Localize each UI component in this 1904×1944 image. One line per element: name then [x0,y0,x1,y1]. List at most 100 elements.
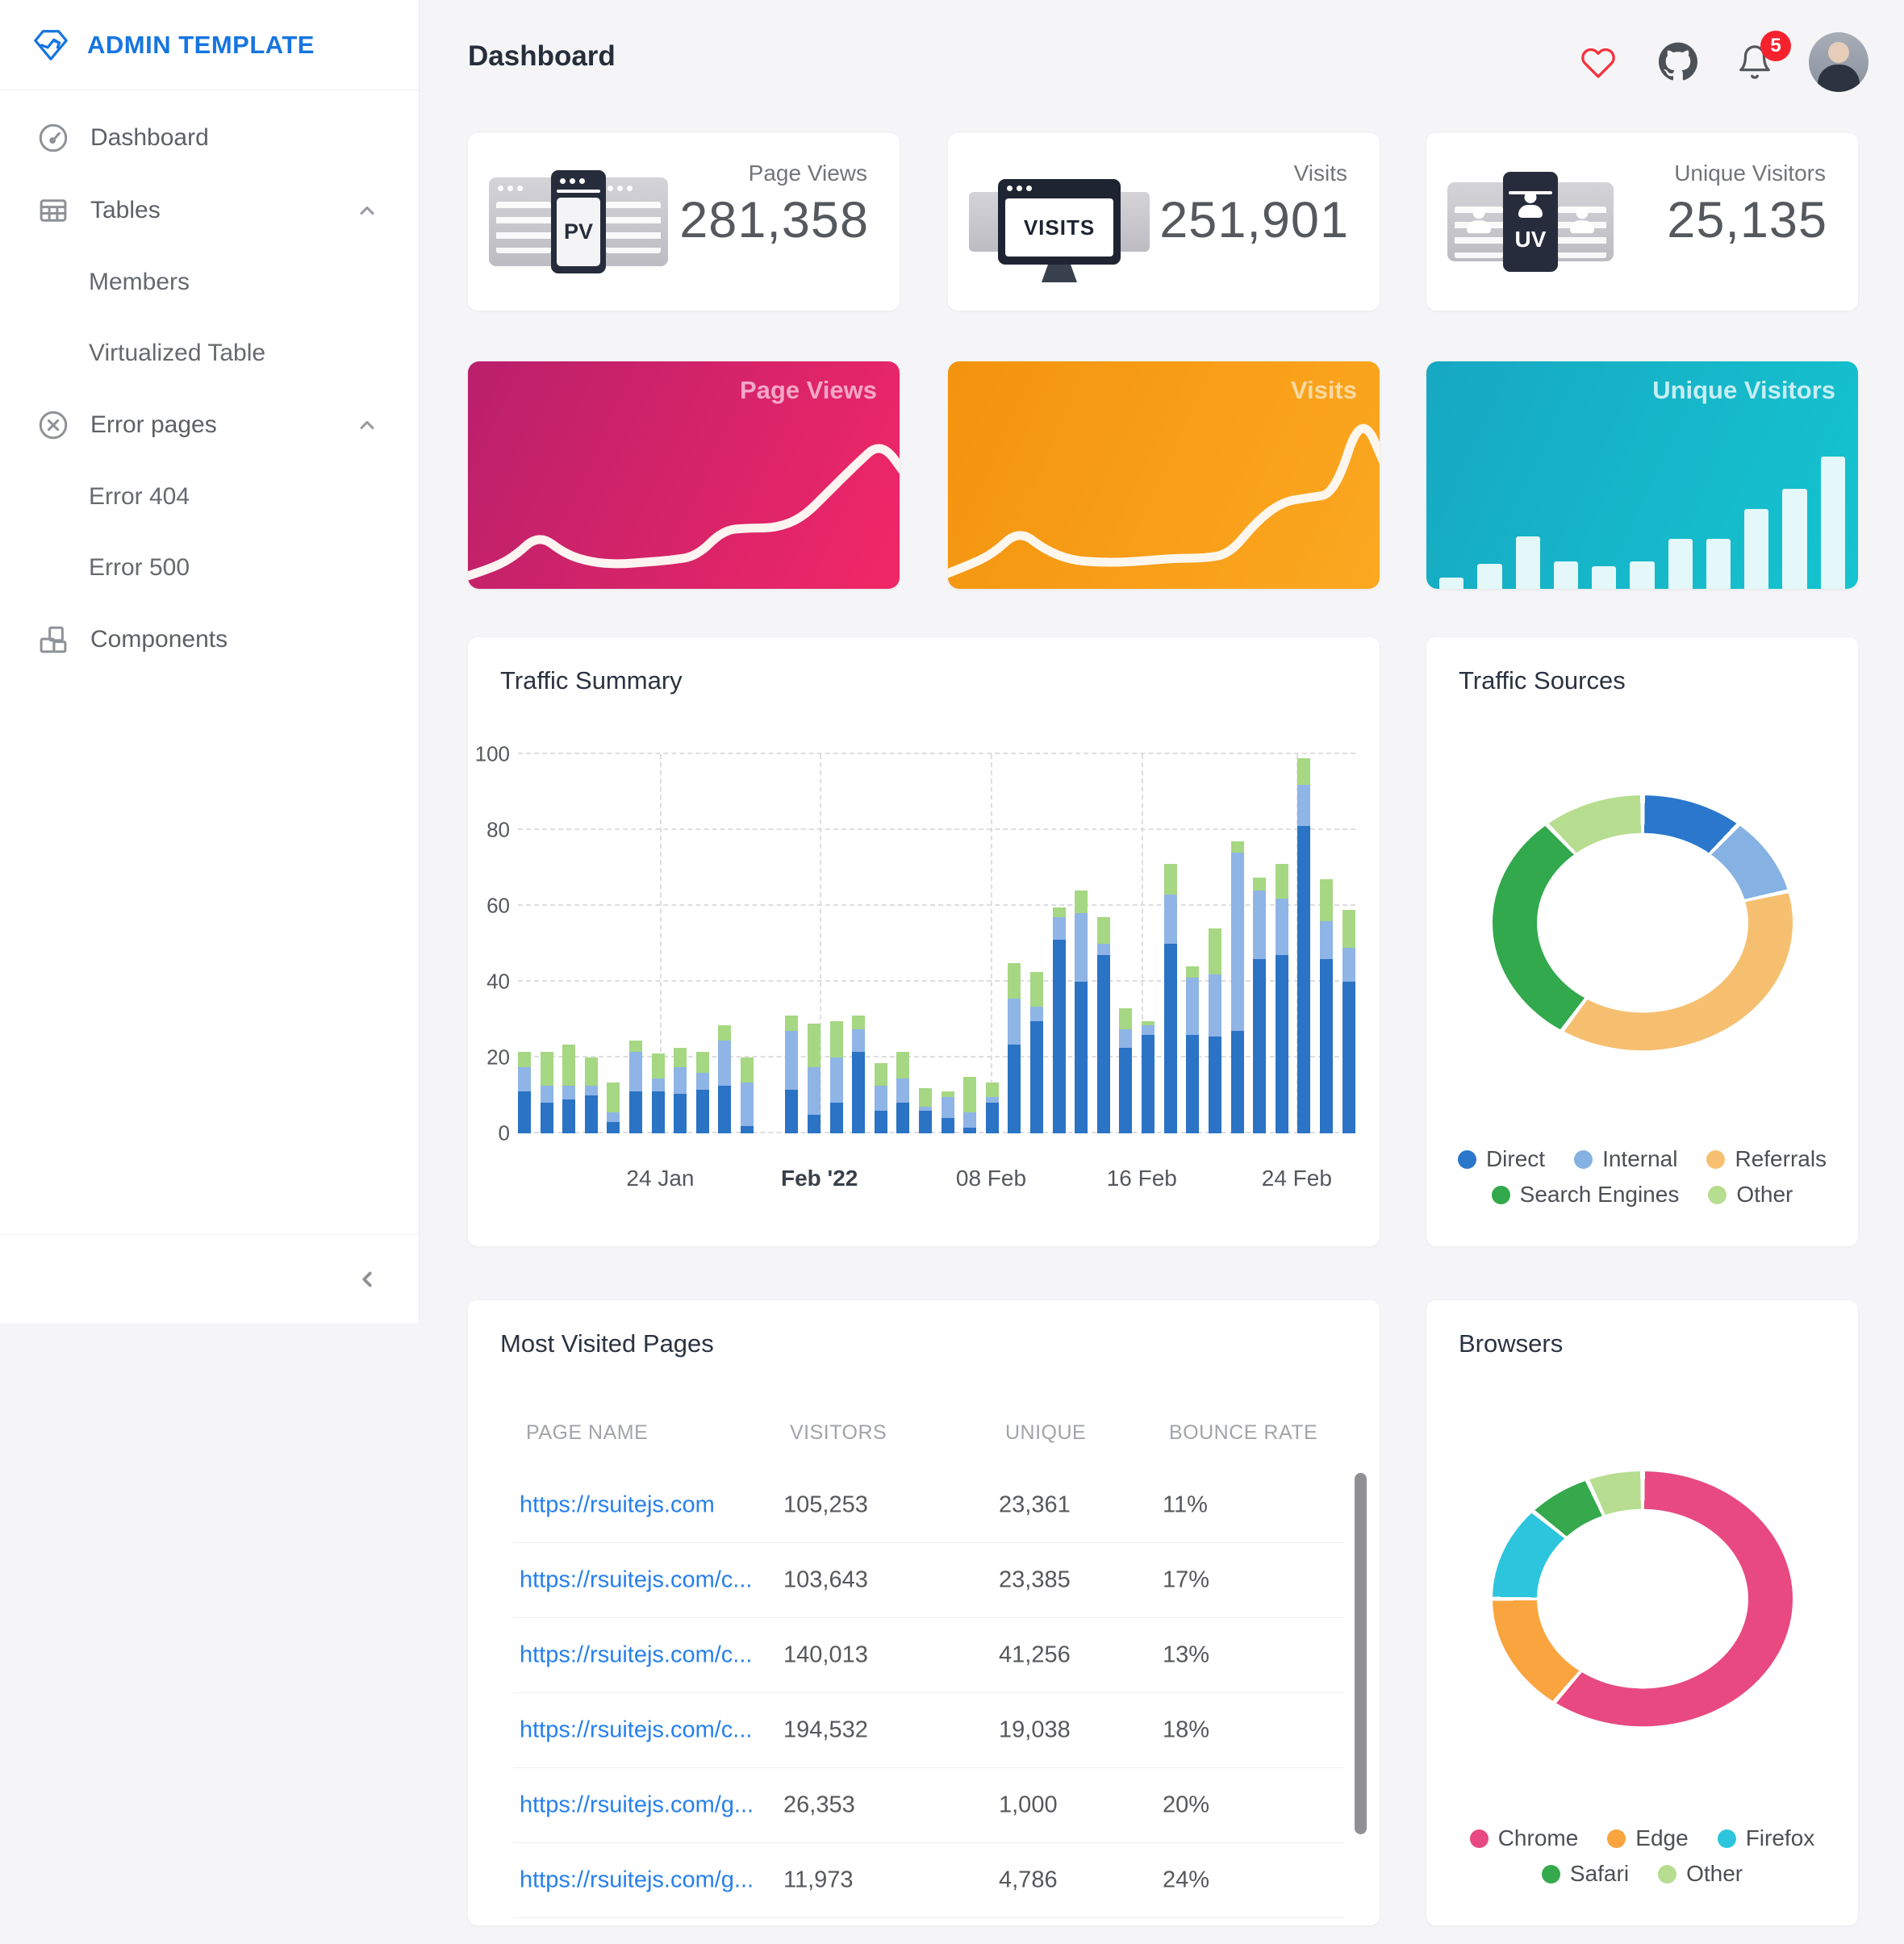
stacked-bar[interactable] [785,1016,798,1133]
legend-item-referrals[interactable]: Referrals [1706,1146,1827,1172]
user-avatar[interactable] [1809,32,1869,92]
stacked-bar[interactable] [896,1052,909,1133]
logo[interactable]: ADMIN TEMPLATE [0,0,419,90]
page-link[interactable]: https://rsuitejs.com/g... [520,1792,754,1819]
spark-bar [1630,561,1654,589]
column-header-bounce-rate[interactable]: BOUNCE RATE [1169,1421,1317,1445]
sidebar-item-virtualized-table[interactable]: Virtualized Table [0,318,419,389]
page-link[interactable]: https://rsuitejs.com/c... [520,1642,752,1669]
bar-segment [1097,944,1110,955]
stacked-bar[interactable] [1320,879,1333,1133]
chevron-up-icon[interactable] [356,414,378,436]
stacked-bar[interactable] [1253,878,1266,1133]
stacked-bar[interactable] [1209,928,1221,1133]
legend-item-internal[interactable]: Internal [1574,1146,1677,1172]
sidebar-item-dashboard[interactable]: Dashboard [0,102,419,174]
bar-segment [1030,1007,1043,1022]
spark-bar [1554,561,1578,589]
legend-item-edge[interactable]: Edge [1607,1825,1688,1851]
sidebar-item-members[interactable]: Members [0,247,419,318]
sidebar-item-tables[interactable]: Tables [0,174,419,247]
notifications-bell-icon[interactable]: 5 [1736,44,1773,81]
bar-segment [785,1016,798,1031]
stacked-bar[interactable] [1342,910,1355,1133]
spark-bar [1821,457,1845,589]
stacked-bar[interactable] [629,1041,642,1133]
unique-value: 1,000 [999,1792,1058,1819]
bar-segment [852,1029,865,1052]
stacked-bar[interactable] [1142,1021,1155,1133]
stacked-bar[interactable] [852,1016,865,1133]
bar-segment [830,1103,843,1133]
legend-item-other[interactable]: Other [1708,1182,1793,1208]
spark-card-unique-visitors[interactable]: Unique Visitors [1426,361,1858,589]
stacked-bar[interactable] [607,1083,620,1133]
bar-segment [1186,966,1199,978]
legend-item-direct[interactable]: Direct [1458,1146,1545,1172]
stacked-bar[interactable] [1053,907,1066,1133]
stacked-bar[interactable] [1008,963,1021,1133]
github-icon[interactable] [1659,42,1697,81]
sidebar-item-error-500[interactable]: Error 500 [0,532,419,603]
legend-item-other[interactable]: Other [1658,1861,1743,1887]
bar-segment [1053,917,1066,940]
page-link[interactable]: https://rsuitejs.com/g... [520,1867,754,1894]
sidebar-item-error-404[interactable]: Error 404 [0,461,419,532]
column-header-page-name[interactable]: PAGE NAME [526,1421,648,1445]
stacked-bar[interactable] [986,1083,999,1133]
stacked-bar[interactable] [562,1045,575,1133]
stacked-bar[interactable] [718,1025,731,1133]
legend-dot [1492,1186,1510,1204]
legend-item-firefox[interactable]: Firefox [1718,1825,1815,1851]
stacked-bar[interactable] [942,1091,954,1133]
stacked-bar[interactable] [830,1021,843,1133]
stacked-bar[interactable] [674,1048,687,1133]
column-header-unique[interactable]: UNIQUE [1005,1421,1086,1445]
stacked-bar[interactable] [1097,917,1110,1133]
stacked-bar[interactable] [1297,758,1310,1133]
stacked-bar[interactable] [652,1053,665,1133]
stacked-bar[interactable] [875,1063,887,1133]
stacked-bar[interactable] [1276,864,1288,1133]
stacked-bar[interactable] [541,1052,553,1133]
bar-segment [585,1086,598,1095]
stacked-bar[interactable] [585,1058,598,1133]
favorite-heart-icon[interactable] [1580,45,1617,81]
chevron-up-icon[interactable] [356,199,378,222]
bar-segment [986,1083,999,1098]
bar-segment [1231,853,1244,1031]
sidebar-collapse-button[interactable] [346,1258,388,1300]
legend-item-search-engines[interactable]: Search Engines [1492,1182,1680,1208]
stacked-bar[interactable] [1075,891,1088,1133]
table-scrollbar[interactable] [1355,1473,1367,1834]
bar-segment [718,1086,731,1133]
page-link[interactable]: https://rsuitejs.com/c... [520,1717,752,1744]
column-header-visitors[interactable]: VISITORS [790,1421,887,1445]
sidebar-item-label: Error pages [90,411,217,439]
bar-segment [674,1094,687,1133]
y-axis-tick: 100 [473,742,510,767]
stacked-bar[interactable] [1119,1008,1132,1133]
stacked-bar[interactable] [696,1052,709,1133]
stacked-bar[interactable] [1030,972,1043,1133]
sidebar-item-error-pages[interactable]: Error pages [0,389,419,461]
brand-name: ADMIN TEMPLATE [87,31,315,60]
stacked-bar[interactable] [1186,966,1199,1133]
spark-card-page-views[interactable]: Page Views [468,361,900,589]
bar-segment [986,1097,999,1103]
bar-segment [629,1091,642,1133]
stacked-bar[interactable] [919,1088,932,1133]
stacked-bar[interactable] [741,1058,754,1133]
sidebar-item-components[interactable]: Components [0,603,419,676]
stacked-bar[interactable] [808,1024,820,1133]
stacked-bar[interactable] [963,1077,976,1133]
legend-item-chrome[interactable]: Chrome [1470,1825,1579,1851]
stacked-bar[interactable] [1231,841,1244,1133]
spark-card-visits[interactable]: Visits [948,361,1380,589]
stacked-bar[interactable] [518,1052,531,1133]
legend-item-safari[interactable]: Safari [1542,1861,1629,1887]
page-link[interactable]: https://rsuitejs.com [520,1492,715,1519]
stacked-bar[interactable] [1164,864,1177,1133]
page-link[interactable]: https://rsuitejs.com/c... [520,1567,752,1594]
legend-label: Firefox [1746,1825,1815,1851]
